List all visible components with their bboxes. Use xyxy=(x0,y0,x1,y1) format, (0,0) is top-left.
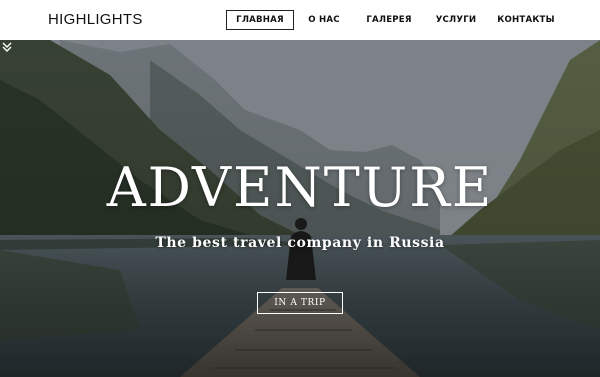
hero-title: ADVENTURE xyxy=(106,156,494,219)
hero-section: ADVENTURE The best travel company in Rus… xyxy=(0,40,600,377)
nav-item-services[interactable]: УСЛУГИ xyxy=(432,10,480,30)
double-chevron-down-icon[interactable] xyxy=(0,40,14,54)
nav-item-home[interactable]: ГЛАВНАЯ xyxy=(226,10,294,30)
main-nav: ГЛАВНАЯ О НАС ГАЛЕРЕЯ УСЛУГИ КОНТАКТЫ xyxy=(0,10,600,30)
nav-item-contacts[interactable]: КОНТАКТЫ xyxy=(496,10,556,30)
hero-subtitle: The best travel company in Russia xyxy=(155,235,445,251)
nav-item-gallery[interactable]: ГАЛЕРЕЯ xyxy=(362,10,416,30)
nav-item-about[interactable]: О НАС xyxy=(302,10,346,30)
in-a-trip-button[interactable]: IN A TRIP xyxy=(257,292,343,314)
site-header: HIGHLIGHTS ГЛАВНАЯ О НАС ГАЛЕРЕЯ УСЛУГИ … xyxy=(0,0,600,40)
